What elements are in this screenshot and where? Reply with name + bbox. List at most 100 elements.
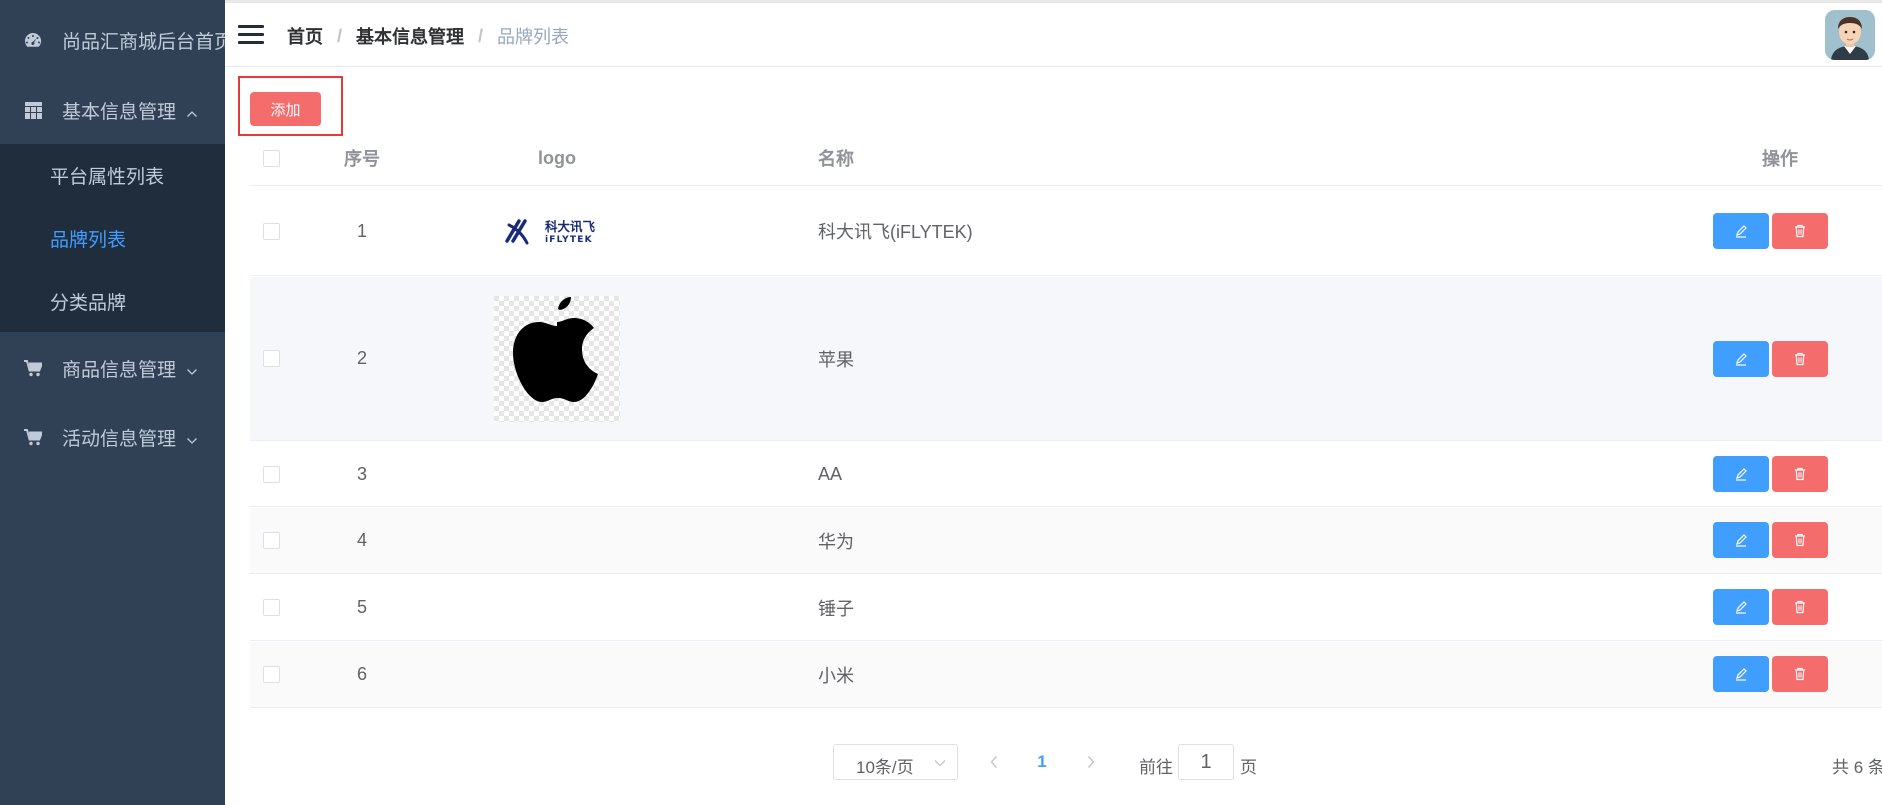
edit-button[interactable] [1713,522,1769,558]
edit-icon [1736,668,1747,681]
sidebar-item-home[interactable]: 尚品汇商城后台首页 [0,10,233,70]
edit-button[interactable] [1713,589,1769,625]
breadcrumb-brand-list: 品牌列表 [497,27,570,47]
column-header-logo: logo [538,147,576,168]
cart-icon [24,359,42,377]
submenu-basic-info: 平台属性列表 品牌列表 分类品牌 [0,144,225,332]
sidebar: 尚品汇商城后台首页 基本信息管理 平台属性列表 品牌列表 分类品牌 商品信息管理 [0,0,233,805]
edit-button[interactable] [1713,656,1769,692]
sidebar-group-goods-info-label: 商品信息管理 [62,359,177,381]
breadcrumb-home[interactable]: 首页 [287,23,323,49]
sidebar-item-brand-list[interactable]: 品牌列表 [0,207,225,269]
breadcrumb: 首页 / 基本信息管理 / 品牌列表 [287,23,569,49]
edit-icon [1736,534,1747,547]
prev-page-button[interactable] [982,744,1006,780]
edit-icon [1736,225,1747,238]
sidebar-item-category-brand[interactable]: 分类品牌 [0,270,225,332]
table-row: 1 科大讯飞 iFLYTEK 科大讯飞(iFLYTEK) [250,187,1882,276]
row-checkbox[interactable] [262,599,280,616]
edit-icon [1736,601,1747,614]
sidebar-item-category-brand-label: 分类品牌 [50,292,127,314]
row-index: 2 [356,348,367,368]
column-header-index: 序号 [344,149,380,169]
chevron-down-icon [186,362,198,375]
row-name: 小米 [818,665,854,686]
row-select [250,277,292,440]
logo-iflytek-cn: 科大讯飞 [545,219,596,234]
navbar: 首页 / 基本信息管理 / 品牌列表 [225,3,1882,67]
edit-button[interactable] [1713,213,1769,249]
table-row: 2 苹果 [250,277,1882,441]
row-select [250,442,292,506]
row-index: 1 [356,220,367,241]
breadcrumb-separator: / [337,25,343,46]
delete-icon [1795,533,1805,547]
sidebar-group-activity-info[interactable]: 活动信息管理 [0,407,225,467]
row-checkbox[interactable] [262,222,280,240]
column-header-actions: 操作 [1762,149,1798,169]
edit-icon [1736,353,1747,366]
delete-button[interactable] [1772,656,1828,692]
delete-button[interactable] [1772,522,1828,558]
chevron-down-icon [934,760,946,767]
brand-logo-apple [432,277,682,440]
chevron-up-icon [186,104,198,117]
row-checkbox[interactable] [262,465,280,483]
next-page-button[interactable] [1079,744,1103,780]
delete-icon [1795,600,1805,614]
chevron-left-icon [990,756,998,768]
delete-icon [1795,224,1805,238]
chevron-right-icon [1087,756,1095,768]
goto-prefix: 前往 [1139,758,1173,777]
table-icon [24,101,42,119]
sidebar-group-basic-info[interactable]: 基本信息管理 [0,80,225,140]
sidebar-item-platform-attrs-label: 平台属性列表 [50,166,165,188]
page-number-current[interactable]: 1 [1030,744,1054,780]
delete-icon [1795,467,1805,481]
total-count: 共 6 条 [1832,758,1882,777]
row-index: 5 [356,597,367,617]
delete-icon [1795,352,1805,366]
table-row: 3 AA [250,442,1882,507]
edit-button[interactable] [1713,341,1769,377]
row-index: 6 [356,664,367,684]
delete-button[interactable] [1772,589,1828,625]
goto-suffix: 页 [1240,758,1257,777]
table-row: 5 锤子 [250,575,1882,641]
sidebar-item-platform-attrs[interactable]: 平台属性列表 [0,144,225,206]
row-checkbox[interactable] [262,350,280,367]
delete-button[interactable] [1772,341,1828,377]
breadcrumb-separator: / [478,25,484,46]
table-header: 序号 logo 名称 操作 [250,130,1882,186]
select-all-checkbox[interactable] [262,149,280,167]
delete-icon [1795,667,1805,681]
delete-button[interactable] [1772,456,1828,492]
row-select [250,508,292,573]
row-select [250,187,292,275]
sidebar-group-goods-info[interactable]: 商品信息管理 [0,338,225,398]
row-select [250,642,292,707]
row-name: 锤子 [818,598,854,619]
row-name: AA [818,463,843,484]
dashboard-icon [24,31,42,49]
edit-button[interactable] [1713,456,1769,492]
goto-page-input[interactable] [1178,744,1234,780]
column-header-name: 名称 [818,149,854,169]
row-select [250,575,292,640]
row-checkbox[interactable] [262,532,280,549]
sidebar-group-activity-info-label: 活动信息管理 [62,428,177,450]
page-size-select[interactable]: 10条/页 [833,744,958,780]
add-button[interactable]: 添加 [250,92,321,126]
breadcrumb-basic-info[interactable]: 基本信息管理 [356,23,464,49]
sidebar-item-home-label: 尚品汇商城后台首页 [62,31,234,53]
row-checkbox[interactable] [262,666,280,683]
sidebar-group-basic-info-label: 基本信息管理 [62,101,177,123]
header-select-all [250,130,292,186]
logo-iflytek-en: iFLYTEK [545,235,593,245]
avatar[interactable] [1825,10,1875,60]
row-name: 科大讯飞(iFLYTEK) [818,222,973,242]
delete-button[interactable] [1772,213,1828,249]
hamburger-menu-icon[interactable] [238,25,264,45]
row-name: 苹果 [818,349,854,370]
edit-icon [1736,468,1747,481]
